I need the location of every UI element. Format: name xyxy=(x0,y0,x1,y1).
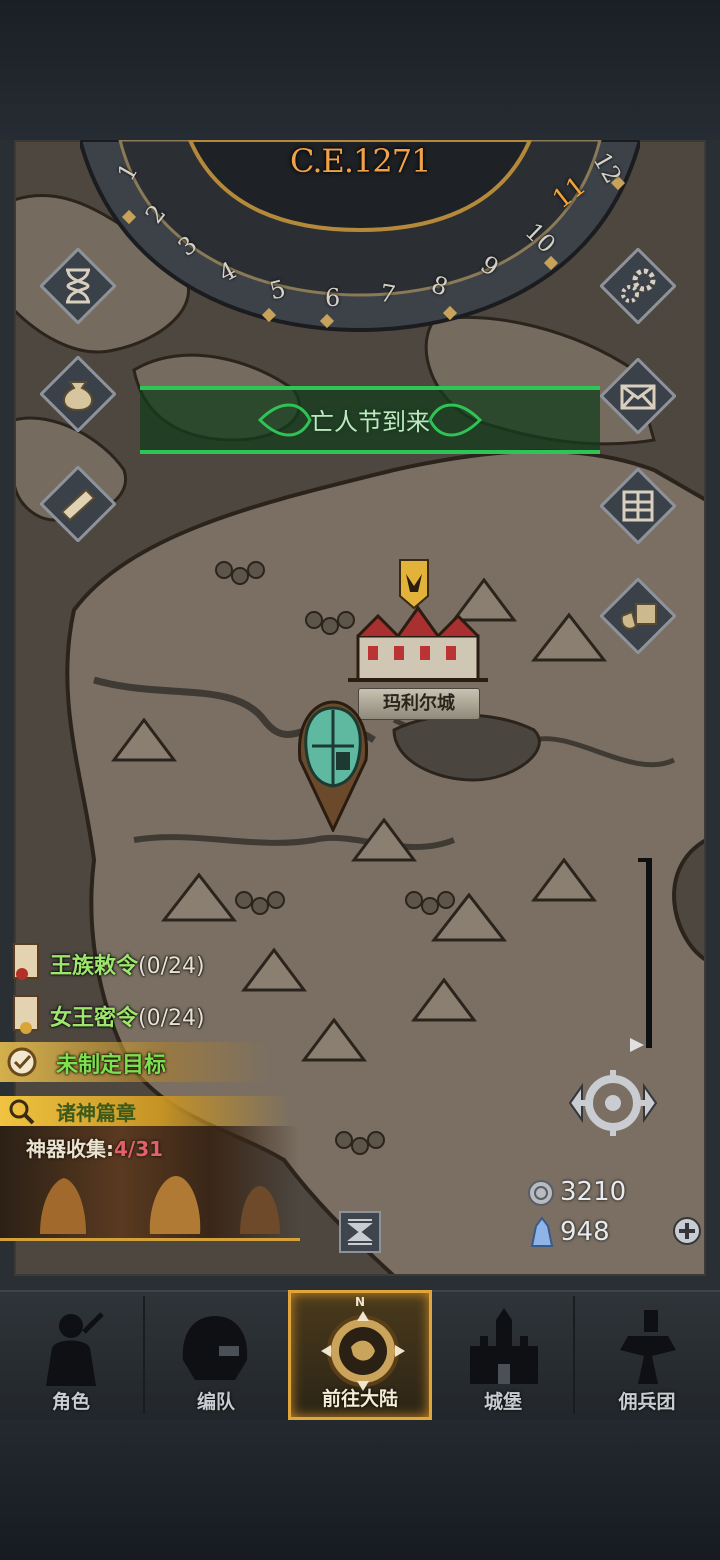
top-bar xyxy=(0,0,720,140)
settings-button[interactable] xyxy=(599,247,677,325)
magnifier-icon xyxy=(9,1099,35,1125)
mail-button[interactable] xyxy=(599,357,677,435)
event-title: 亡人节到来 xyxy=(310,408,430,436)
nav-label: 编队 xyxy=(196,1391,235,1413)
helmet-marker-icon[interactable] xyxy=(296,700,370,832)
artifact-label: 神器收集 xyxy=(26,1137,106,1161)
queen-scroll-icon xyxy=(13,995,39,1034)
quest-count: (0/24) xyxy=(138,1006,205,1031)
mail-icon xyxy=(599,357,677,435)
artifact-figures xyxy=(40,1176,280,1234)
gods-chapter-label: 诸神篇章 xyxy=(56,1101,136,1125)
year-label: C.E.1271 xyxy=(290,142,431,180)
money-bag-button[interactable] xyxy=(39,355,117,433)
mercenary-icon xyxy=(620,1310,676,1384)
nav-label: 佣兵团 xyxy=(618,1391,676,1413)
nav-character[interactable]: 角色 xyxy=(0,1290,142,1420)
silver-amount: 3210 xyxy=(560,1177,627,1207)
hourglass-icon xyxy=(39,247,117,325)
gods-chapter-bar[interactable] xyxy=(0,1096,290,1126)
month-numeral: 6 xyxy=(325,284,341,312)
crystal-amount: 948 xyxy=(560,1217,610,1247)
collapse-button[interactable] xyxy=(338,1210,382,1254)
hourglass-button[interactable] xyxy=(39,247,117,325)
nav-formation[interactable]: 编队 xyxy=(145,1290,287,1420)
nav-label: 城堡 xyxy=(483,1391,522,1413)
artifact-count: 4/31 xyxy=(114,1137,164,1161)
artifact-separator: : xyxy=(106,1137,114,1161)
scroll-button[interactable] xyxy=(39,465,117,543)
quest-royal-decree[interactable]: 王族敕令(0/24) xyxy=(0,940,240,984)
scroll-icon xyxy=(39,465,117,543)
gate-icon xyxy=(599,467,677,545)
nav-label: 前往大陆 xyxy=(321,1388,398,1410)
bottom-bar xyxy=(0,1420,720,1560)
nav-label: 角色 xyxy=(51,1391,90,1413)
silver-coin-icon xyxy=(528,1180,554,1206)
quest-count: (0/24) xyxy=(138,954,205,979)
quest-name: 女王密令 xyxy=(50,1006,139,1031)
nav-castle[interactable]: 城堡 xyxy=(432,1290,574,1420)
locate-button[interactable] xyxy=(556,1066,670,1140)
nav-continent[interactable]: N 前往大陆 xyxy=(288,1290,432,1420)
zoom-slider[interactable] xyxy=(626,856,656,1056)
decree-scroll-icon xyxy=(13,943,39,980)
add-crystal-button[interactable] xyxy=(672,1216,702,1246)
compass-icon xyxy=(321,1311,405,1391)
gate-button[interactable] xyxy=(599,467,677,545)
supply-crate-button[interactable] xyxy=(599,577,677,655)
target-icon xyxy=(7,1047,37,1077)
money-bag-icon xyxy=(39,355,117,433)
quest-name: 王族敕令 xyxy=(50,954,139,979)
gear-icon xyxy=(599,247,677,325)
castle-icon xyxy=(470,1308,538,1384)
knight-icon xyxy=(46,1312,104,1386)
castle-icon[interactable] xyxy=(348,556,488,690)
quest-queen-order[interactable]: 女王密令(0/24) xyxy=(0,992,240,1036)
city-name-label[interactable]: 玛利尔城 xyxy=(358,688,480,720)
crystal-icon xyxy=(530,1216,554,1247)
supply-crate-icon xyxy=(599,577,677,655)
helmet-icon xyxy=(182,1316,248,1380)
nav-mercenary[interactable]: 佣兵团 xyxy=(576,1290,718,1420)
goal-label: 未制定目标 xyxy=(56,1053,167,1078)
